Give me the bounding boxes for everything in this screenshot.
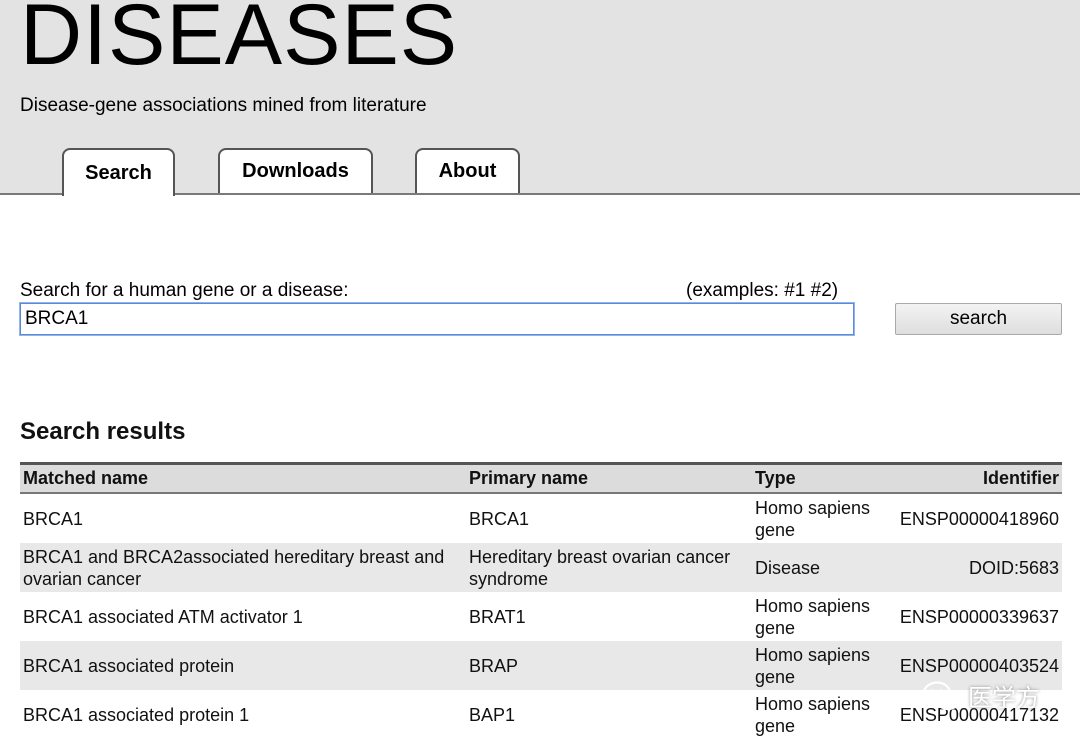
watermark: 医学方 bbox=[922, 678, 1040, 713]
column-header-type[interactable]: Type bbox=[752, 464, 880, 494]
tab-search[interactable]: Search bbox=[62, 148, 175, 196]
table-row[interactable]: BRCA1 and BRCA2associated hereditary bre… bbox=[20, 543, 1062, 592]
site-tagline: Disease-gene associations mined from lit… bbox=[20, 95, 427, 116]
examples-prefix: (examples: bbox=[686, 280, 779, 301]
type-cell: Homo sapiens gene bbox=[755, 497, 871, 540]
matched-name-cell[interactable]: BRCA1 associated protein bbox=[20, 641, 466, 690]
table-header-row: Matched name Primary name Type Identifie… bbox=[20, 463, 1062, 494]
example-link-1[interactable]: #1 bbox=[784, 280, 805, 301]
site-title: DISEASES bbox=[20, 0, 459, 83]
primary-name-cell: Hereditary breast ovarian cancer syndrom… bbox=[469, 546, 731, 589]
search-label: Search for a human gene or a disease: bbox=[20, 280, 349, 301]
tab-downloads[interactable]: Downloads bbox=[218, 148, 373, 193]
column-header-primary-name[interactable]: Primary name bbox=[466, 464, 752, 494]
results-table: Matched name Primary name Type Identifie… bbox=[20, 462, 1062, 739]
search-input[interactable] bbox=[19, 302, 855, 336]
matched-name-cell[interactable]: BRCA1 bbox=[20, 493, 466, 543]
table-row[interactable]: BRCA1 associated protein 1 BAP1 Homo sap… bbox=[20, 690, 1062, 739]
column-header-matched-name[interactable]: Matched name bbox=[20, 464, 466, 494]
wechat-icon bbox=[922, 680, 962, 712]
identifier-cell: ENSP00000339637 bbox=[899, 606, 1059, 627]
type-cell: Homo sapiens gene bbox=[755, 693, 871, 736]
example-link-2[interactable]: #2) bbox=[811, 280, 838, 301]
type-cell: Homo sapiens gene bbox=[755, 595, 871, 638]
column-header-identifier[interactable]: Identifier bbox=[880, 464, 1062, 494]
table-row[interactable]: BRCA1 associated protein BRAP Homo sapie… bbox=[20, 641, 1062, 690]
primary-name-cell: BAP1 bbox=[469, 704, 516, 725]
watermark-text: 医学方 bbox=[968, 685, 1040, 712]
site-header: DISEASES Disease-gene associations mined… bbox=[0, 0, 1080, 196]
matched-name-cell[interactable]: BRCA1 associated ATM activator 1 bbox=[20, 592, 466, 641]
primary-name-cell: BRCA1 bbox=[469, 508, 530, 529]
results-heading: Search results bbox=[20, 418, 186, 445]
matched-name-cell[interactable]: BRCA1 associated protein 1 bbox=[20, 690, 466, 739]
type-cell: Homo sapiens gene bbox=[755, 644, 871, 687]
identifier-cell: ENSP00000418960 bbox=[899, 508, 1059, 529]
examples: (examples: #1 #2) bbox=[686, 280, 838, 302]
primary-name-cell: BRAT1 bbox=[469, 606, 526, 627]
identifier-cell: DOID:5683 bbox=[968, 557, 1059, 578]
table-row[interactable]: BRCA1 BRCA1 Homo sapiens gene ENSP000004… bbox=[20, 493, 1062, 543]
search-button[interactable]: search bbox=[895, 303, 1062, 335]
type-cell: Disease bbox=[755, 557, 821, 578]
matched-name-cell[interactable]: BRCA1 and BRCA2associated hereditary bre… bbox=[20, 543, 466, 592]
table-row[interactable]: BRCA1 associated ATM activator 1 BRAT1 H… bbox=[20, 592, 1062, 641]
tab-about[interactable]: About bbox=[415, 148, 520, 193]
primary-name-cell: BRAP bbox=[469, 655, 519, 676]
